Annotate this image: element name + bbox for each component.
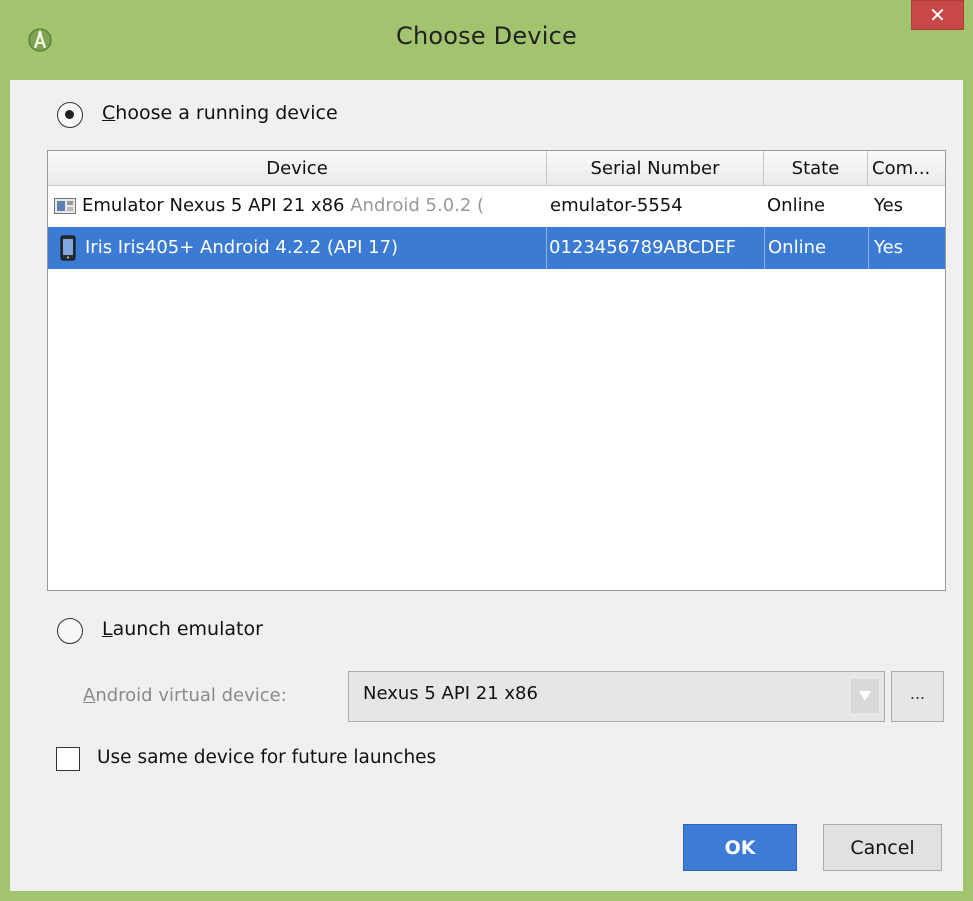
column-header-serial[interactable]: Serial Number <box>547 151 764 185</box>
ok-button[interactable]: OK <box>683 824 797 871</box>
table-row-selected[interactable]: Iris Iris405+ Android 4.2.2 (API 17) 012… <box>48 227 945 269</box>
dialog-title: Choose Device <box>396 22 577 50</box>
mnemonic-c: C <box>102 102 116 124</box>
title-bar[interactable]: Choose Device ✕ <box>0 0 973 80</box>
dialog-body: Choose a running device Device Serial Nu… <box>10 80 963 891</box>
mnemonic-l: L <box>102 618 113 640</box>
column-header-device[interactable]: Device <box>48 151 547 185</box>
launch-emulator-radio[interactable] <box>57 618 83 644</box>
serial-cell: emulator-5554 <box>550 195 683 216</box>
choose-running-device-label[interactable]: Choose a running device <box>102 102 338 124</box>
device-cell: Emulator Nexus 5 API 21 x86 Android 5.0.… <box>82 185 547 227</box>
radio-selected-dot <box>65 110 74 119</box>
launch-emulator-label[interactable]: Launch emulator <box>102 618 263 640</box>
compatible-cell: Yes <box>868 227 945 269</box>
dropdown-arrow[interactable] <box>851 679 879 713</box>
device-cell: Iris Iris405+ Android 4.2.2 (API 17) <box>85 237 399 258</box>
compatible-cell: Yes <box>874 195 904 216</box>
same-device-checkbox[interactable] <box>56 747 80 771</box>
avd-select-value: Nexus 5 API 21 x86 <box>363 683 538 704</box>
state-cell: Online <box>764 227 871 269</box>
window-frame: Choose Device ✕ Choose a running device … <box>0 0 973 901</box>
column-header-compatible[interactable]: Com... <box>868 151 945 185</box>
device-detail: Android 5.0.2 ( <box>350 195 485 216</box>
table-header: Device Serial Number State Com... <box>48 151 945 186</box>
choose-running-device-text: hoose a running device <box>115 102 338 124</box>
chevron-down-icon <box>859 691 871 701</box>
avd-more-button[interactable]: ... <box>891 671 944 722</box>
state-cell: Online <box>767 195 826 216</box>
avd-select[interactable]: Nexus 5 API 21 x86 <box>348 671 885 722</box>
emulator-icon <box>54 198 76 214</box>
table-row[interactable]: Emulator Nexus 5 API 21 x86 Android 5.0.… <box>48 185 945 227</box>
avd-label-text: ndroid virtual device: <box>95 685 287 706</box>
phone-icon <box>60 235 76 261</box>
close-icon: ✕ <box>929 3 946 27</box>
device-name: Emulator Nexus 5 API 21 x86 <box>82 195 345 216</box>
avd-label: Android virtual device: <box>83 685 287 706</box>
close-button[interactable]: ✕ <box>911 0 964 30</box>
launch-emulator-text: aunch emulator <box>112 618 263 640</box>
cancel-button[interactable]: Cancel <box>823 824 942 871</box>
same-device-label[interactable]: Use same device for future launches <box>97 747 436 768</box>
serial-cell: 0123456789ABCDEF <box>546 227 767 269</box>
device-table[interactable]: Device Serial Number State Com... Emulat… <box>47 150 946 591</box>
choose-running-device-radio[interactable] <box>57 102 83 128</box>
column-header-state[interactable]: State <box>764 151 868 185</box>
mnemonic-a: A <box>83 685 96 706</box>
